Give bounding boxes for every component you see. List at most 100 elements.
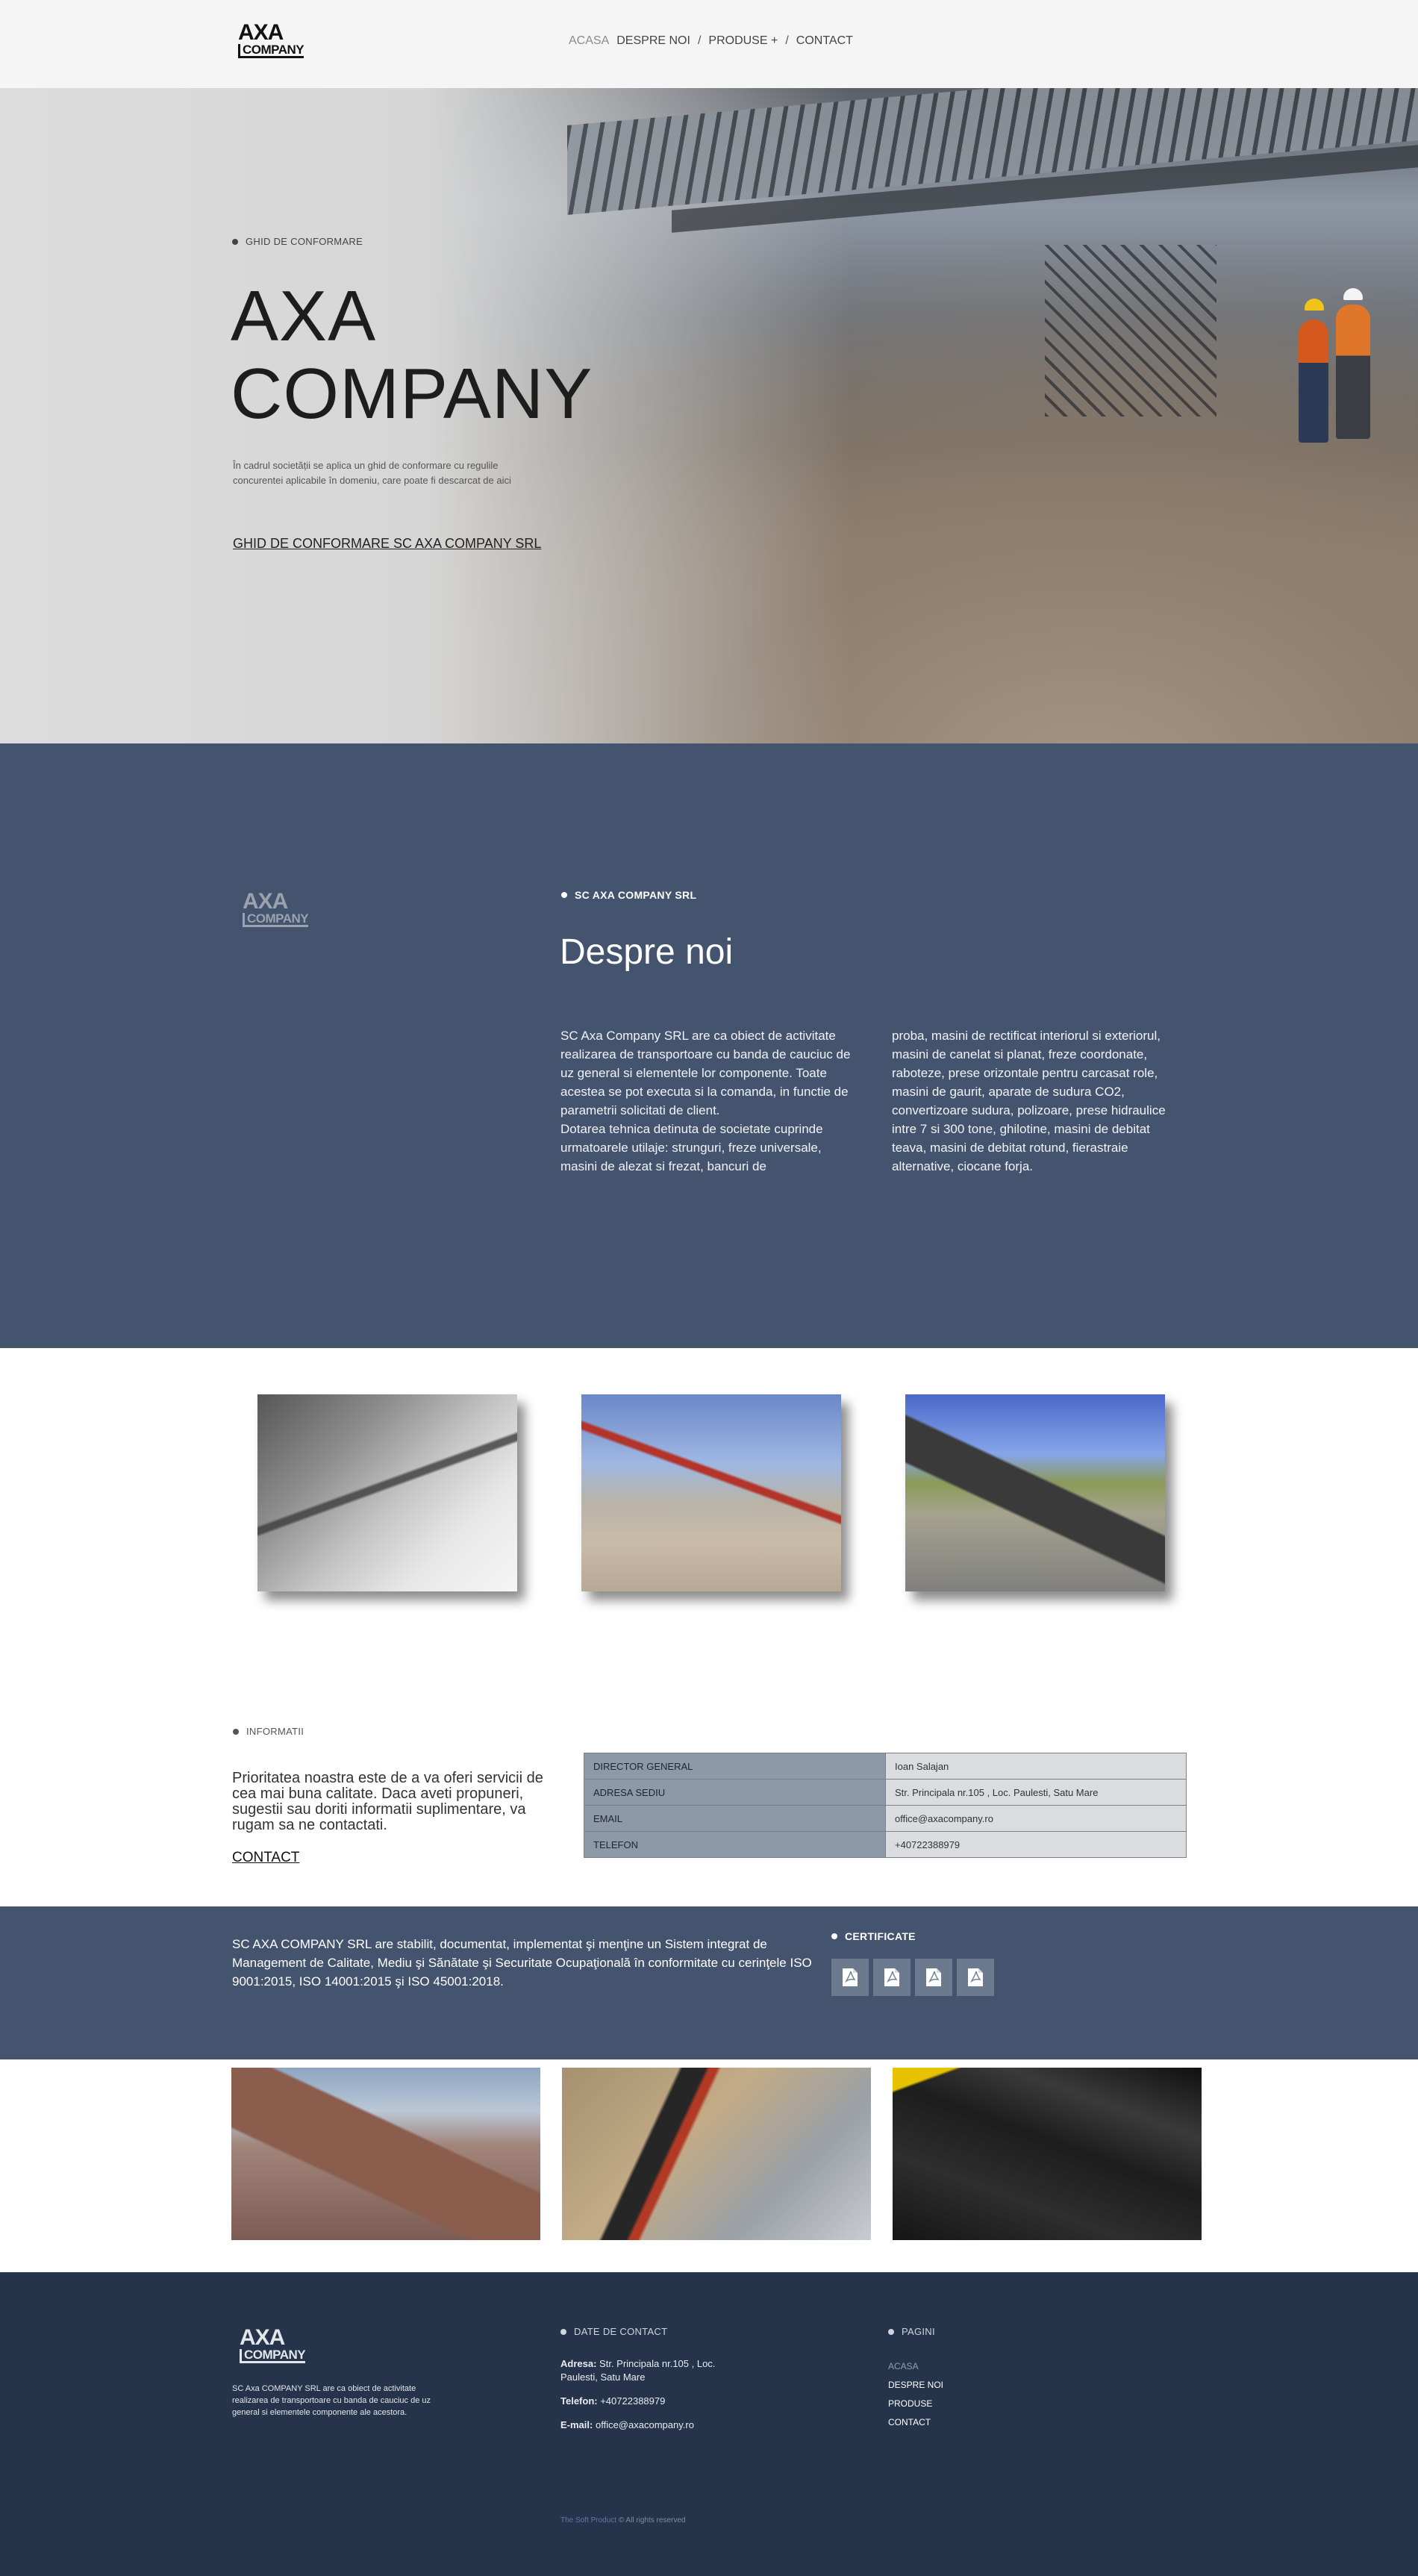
bullet-dot-icon [232,238,238,245]
footer-pages-nav: ACASA DESPRE NOI PRODUSE CONTACT [888,2357,943,2432]
bullet-dot-icon [561,892,567,898]
footer-contact-details: Adresa: Str. Principala nr.105 , Loc. Pa… [560,2357,755,2442]
email-label: E-mail: [560,2419,593,2430]
table-key: ADRESA SEDIU [584,1779,886,1806]
copyright-text: © All rights reserved [618,2516,686,2524]
about-eyebrow: SC AXA COMPANY SRL [561,889,696,901]
pdf-icon [926,1968,941,1986]
table-row: ADRESA SEDIU Str. Principala nr.105 , Lo… [584,1779,1187,1806]
site-footer: AXA COMPANY SC Axa COMPANY SRL are ca ob… [0,2272,1418,2576]
gallery-image[interactable] [562,2068,871,2240]
hero-title: AXA COMPANY [231,278,593,433]
pdf-icon [968,1968,983,1986]
footer-email: E-mail: office@axacompany.ro [560,2418,755,2432]
hero-title-line: COMPANY [231,354,593,434]
logo-text-axa: AXA [243,889,288,914]
footer-phone: Telefon: +40722388979 [560,2395,755,2408]
footer-link-acasa[interactable]: ACASA [888,2357,943,2376]
about-text-column: proba, masini de rectificat interiorul s… [892,1029,1166,1173]
copyright: The Soft Product © All rights reserved [560,2516,685,2524]
certificate-pdf-link[interactable] [915,1959,952,1996]
gallery-image[interactable] [257,1394,517,1591]
hero-section: GHID DE CONFORMARE AXA COMPANY În cadrul… [0,88,1418,743]
table-key: TELEFON [584,1831,886,1858]
certificates-section: SC AXA COMPANY SRL are stabilit, documen… [0,1906,1418,2059]
company-info-table: DIRECTOR GENERAL Ioan Salajan ADRESA SED… [584,1753,1187,1858]
table-row: EMAIL office@axacompany.ro [584,1805,1187,1832]
table-value: +40722388979 [885,1831,1187,1858]
footer-link-produse[interactable]: PRODUSE [888,2395,943,2413]
footer-address: Adresa: Str. Principala nr.105 , Loc. Pa… [560,2357,755,2384]
nav-item-contact[interactable]: CONTACT [796,34,853,48]
about-eyebrow-label: SC AXA COMPANY SRL [575,889,697,901]
table-row: TELEFON +40722388979 [584,1831,1187,1858]
product-gallery [0,1348,1418,1632]
certificate-downloads [831,1959,994,1996]
gallery-image[interactable] [231,2068,540,2240]
certificates-eyebrow-label: CERTIFICATE [845,1930,916,1942]
footer-logo[interactable]: AXA COMPANY [240,2325,306,2363]
conformance-guide-link[interactable]: GHID DE CONFORMARE SC AXA COMPANY SRL [233,536,541,552]
footer-link-contact[interactable]: CONTACT [888,2413,943,2432]
bullet-dot-icon [831,1933,837,1939]
footer-pages-eyebrow: PAGINI [888,2326,935,2337]
hero-worker [1299,319,1328,443]
bullet-dot-icon [888,2328,894,2335]
footer-link-despre-noi[interactable]: DESPRE NOI [888,2376,943,2395]
info-text: Prioritatea noastra este de a va oferi s… [232,1770,543,1833]
footer-contact-eyebrow-label: DATE DE CONTACT [574,2326,668,2337]
hero-worker [1336,305,1370,439]
hero-title-line: AXA [231,276,377,356]
logo-text-axa: AXA [238,20,284,45]
table-row: DIRECTOR GENERAL Ioan Salajan [584,1753,1187,1780]
table-key: DIRECTOR GENERAL [584,1753,886,1780]
hero-eyebrow-label: GHID DE CONFORMARE [246,236,363,247]
phone-value[interactable]: +40722388979 [600,2395,665,2407]
certificate-pdf-link[interactable] [831,1959,869,1996]
hero-excavator [1045,245,1216,417]
conveyor-gallery [0,2059,1418,2272]
gallery-image[interactable] [581,1394,841,1591]
nav-item-despre-noi[interactable]: DESPRE NOI [616,34,690,48]
about-text-column: SC Axa Company SRL are ca obiect de acti… [560,1029,851,1173]
header-logo[interactable]: AXA COMPANY [238,22,304,58]
footer-contact-eyebrow: DATE DE CONTACT [560,2326,667,2337]
nav-separator: / [697,34,702,47]
info-eyebrow-label: INFORMATII [246,1726,304,1737]
footer-about-text: SC Axa COMPANY SRL are ca obiect de acti… [232,2384,431,2417]
certificate-pdf-link[interactable] [873,1959,911,1996]
info-section: INFORMATII Prioritatea noastra este de a… [0,1632,1418,1906]
gallery-image[interactable] [893,2068,1202,2240]
table-value: office@axacompany.ro [885,1805,1187,1832]
about-logo: AXA COMPANY [243,889,309,927]
hero-description: În cadrul societății se aplica un ghid d… [233,460,511,486]
logo-text-company: COMPANY [238,43,304,58]
gallery-image[interactable] [905,1394,1165,1591]
about-text: SC Axa Company SRL are ca obiect de acti… [560,1026,1187,1176]
certificates-eyebrow: CERTIFICATE [831,1930,916,1942]
nav-item-produse[interactable]: PRODUSE + [708,34,778,48]
phone-label: Telefon: [560,2395,598,2407]
certificate-pdf-link[interactable] [957,1959,994,1996]
address-label: Adresa: [560,2358,597,2369]
contact-link[interactable]: CONTACT [232,1850,299,1866]
certification-text: SC AXA COMPANY SRL are stabilit, documen… [232,1937,812,1989]
logo-text-company: COMPANY [240,2348,306,2363]
about-section: AXA COMPANY SC AXA COMPANY SRL Despre no… [0,743,1418,1348]
pdf-icon [884,1968,899,1986]
hero-eyebrow: GHID DE CONFORMARE [232,236,363,247]
email-value[interactable]: office@axacompany.ro [596,2419,694,2430]
about-title: Despre noi [560,932,734,972]
logo-text-axa: AXA [240,2325,285,2350]
nav-separator: / [785,34,789,47]
footer-pages-eyebrow-label: PAGINI [902,2326,935,2337]
site-header: AXA COMPANY ACASA DESPRE NOI / PRODUSE +… [0,0,1418,88]
logo-text-company: COMPANY [243,911,309,927]
table-value: Ioan Salajan [885,1753,1187,1780]
table-value: Str. Principala nr.105 , Loc. Paulesti, … [885,1779,1187,1806]
copyright-link[interactable]: The Soft Product [560,2516,616,2524]
bullet-dot-icon [233,1728,239,1735]
pdf-icon [843,1968,858,1986]
nav-item-acasa[interactable]: ACASA [569,34,609,48]
bullet-dot-icon [560,2328,566,2335]
